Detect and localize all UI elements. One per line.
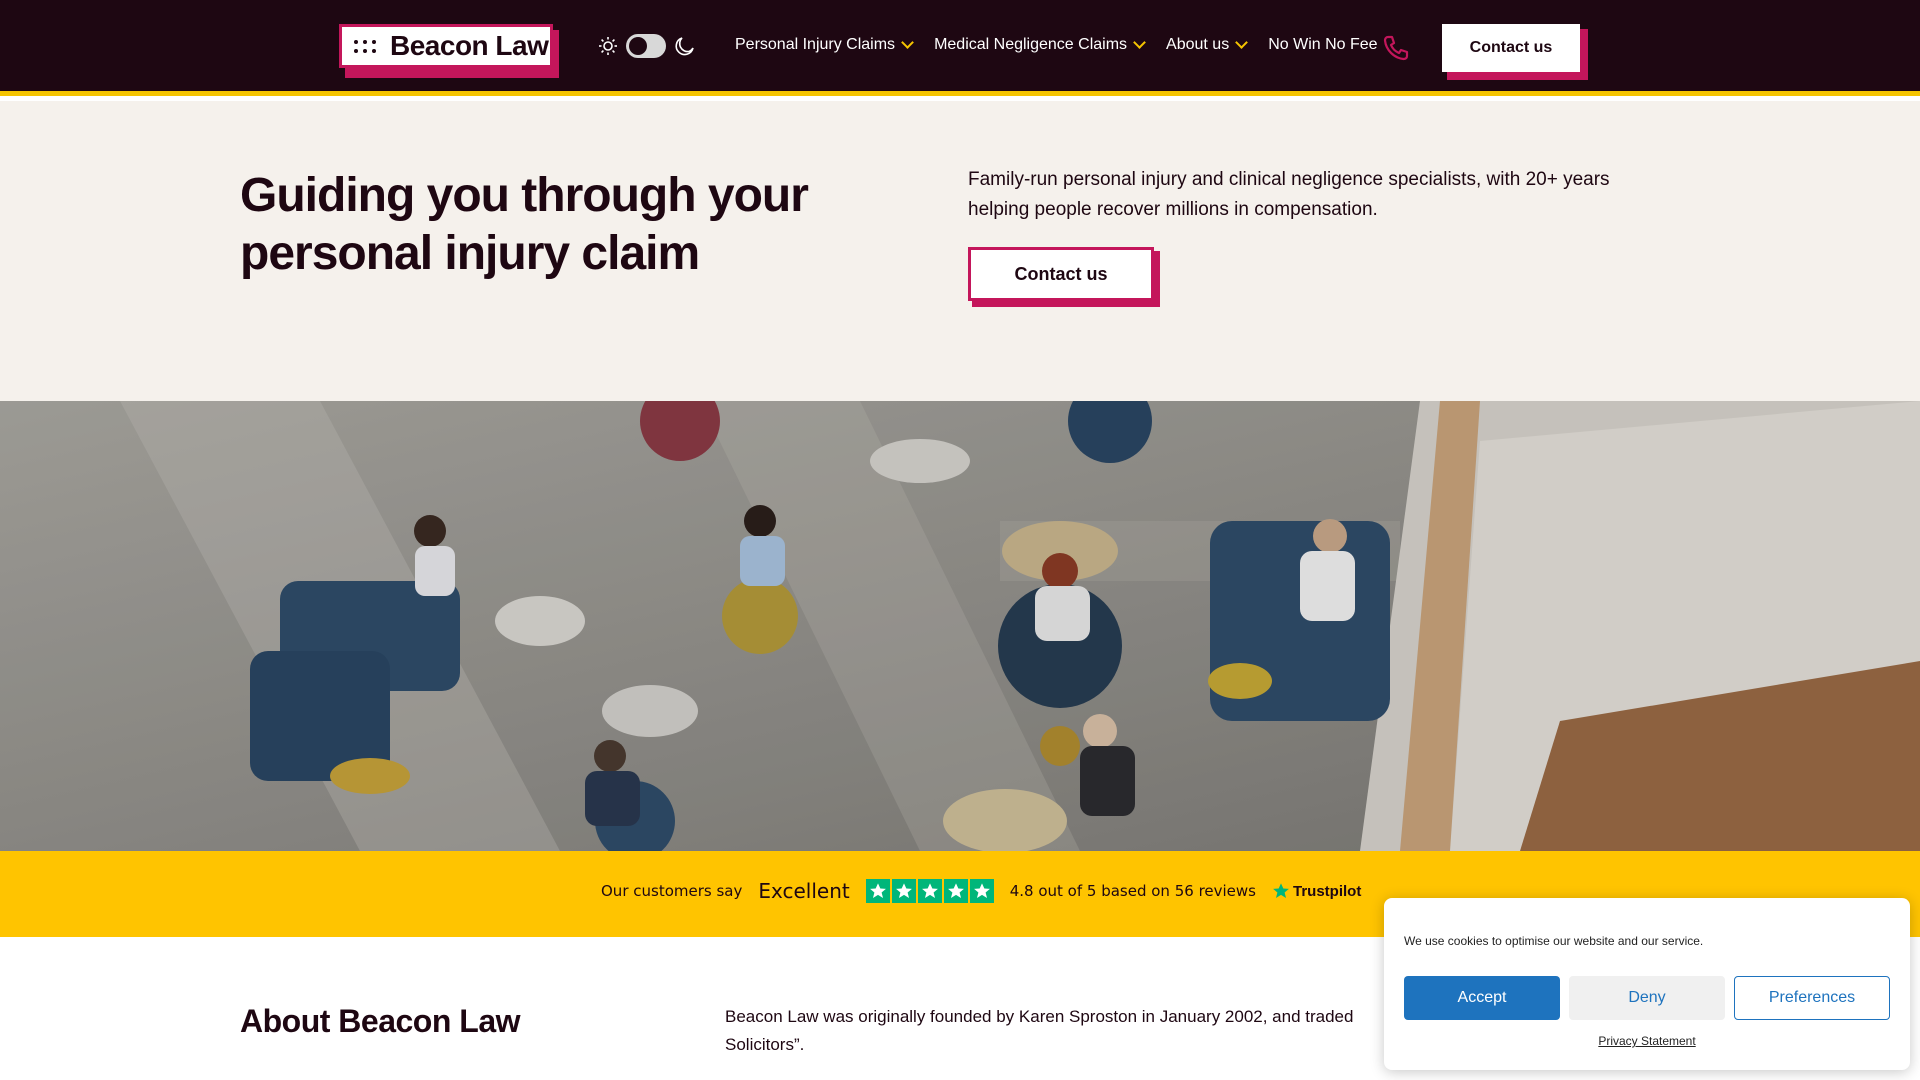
chevron-down-icon [901, 35, 914, 49]
phone-icon[interactable] [1382, 34, 1410, 62]
hero-description: Family-run personal injury and clinical … [968, 169, 1610, 220]
cookie-consent-banner: We use cookies to optimise our website a… [1384, 898, 1910, 1070]
cookie-accept-button[interactable]: Accept [1404, 976, 1560, 1020]
moon-icon [675, 37, 694, 56]
trustpilot-widget[interactable]: Our customers say Excellent 4.8 out of 5… [601, 879, 1361, 903]
chevron-down-icon [1133, 35, 1146, 49]
office-photo-illustration [0, 401, 1920, 851]
trustpilot-stars [865, 879, 994, 903]
top-navigation: Beacon Law Personal Injury Claims Medica… [0, 0, 1920, 96]
logo-dots-icon [354, 35, 380, 57]
trustpilot-intro: Our customers say [601, 882, 743, 900]
cookie-preferences-button[interactable]: Preferences [1734, 976, 1890, 1020]
toggle-knob [629, 37, 647, 55]
privacy-statement-link[interactable]: Privacy Statement [1384, 1034, 1910, 1048]
nav-item-medical-negligence-claims[interactable]: Medical Negligence Claims [934, 35, 1146, 54]
hero-title: Guiding you through your personal injury… [240, 169, 809, 280]
about-text-line: Beacon Law was originally founded by Kar… [725, 1007, 1354, 1026]
hero-section: Guiding you through your personal injury… [0, 101, 1920, 401]
star-icon [943, 879, 968, 903]
logo-text: Beacon Law [390, 30, 549, 61]
star-icon [865, 879, 890, 903]
sun-icon [599, 37, 617, 55]
hero-contact-button-wrap: Contact us [968, 247, 1160, 307]
header-contact-button-wrap: Contact us [1442, 24, 1588, 80]
about-text: Beacon Law was originally founded by Kar… [725, 1003, 1485, 1059]
about-title: About Beacon Law [240, 1003, 521, 1039]
trustpilot-rating-word: Excellent [758, 879, 850, 903]
cookie-message: We use cookies to optimise our website a… [1404, 934, 1704, 948]
chevron-down-icon [1235, 35, 1249, 49]
header-contact-button[interactable]: Contact us [1442, 24, 1580, 72]
toggle-switch[interactable] [626, 34, 666, 58]
nav-item-label: Medical Negligence Claims [934, 36, 1128, 53]
nav-item-about-us[interactable]: About us [1166, 35, 1249, 54]
main-menu: Personal Injury Claims Medical Negligenc… [735, 35, 1378, 54]
trustpilot-logo: Trustpilot [1272, 882, 1361, 900]
nav-item-label: Personal Injury Claims [735, 36, 896, 53]
theme-toggle[interactable] [598, 34, 696, 58]
hero-contact-button[interactable]: Contact us [968, 247, 1154, 301]
trustpilot-brand: Trustpilot [1293, 882, 1362, 900]
nav-item-label: About us [1166, 36, 1230, 53]
star-icon [891, 879, 916, 903]
star-icon [969, 879, 994, 903]
logo-link[interactable]: Beacon Law [339, 24, 559, 78]
about-text-line: Solicitors”. [725, 1035, 805, 1054]
trustpilot-score: 4.8 out of 5 based on 56 reviews [1009, 882, 1256, 900]
logo: Beacon Law [339, 24, 553, 68]
nav-item-label: No Win No Fee [1268, 36, 1378, 53]
nav-item-no-win-no-fee[interactable]: No Win No Fee [1268, 36, 1377, 54]
trustpilot-star-icon [1273, 883, 1289, 899]
office-lounge-photo [0, 401, 1920, 851]
nav-item-personal-injury-claims[interactable]: Personal Injury Claims [735, 35, 914, 54]
star-icon [917, 879, 942, 903]
cookie-deny-button[interactable]: Deny [1569, 976, 1725, 1020]
